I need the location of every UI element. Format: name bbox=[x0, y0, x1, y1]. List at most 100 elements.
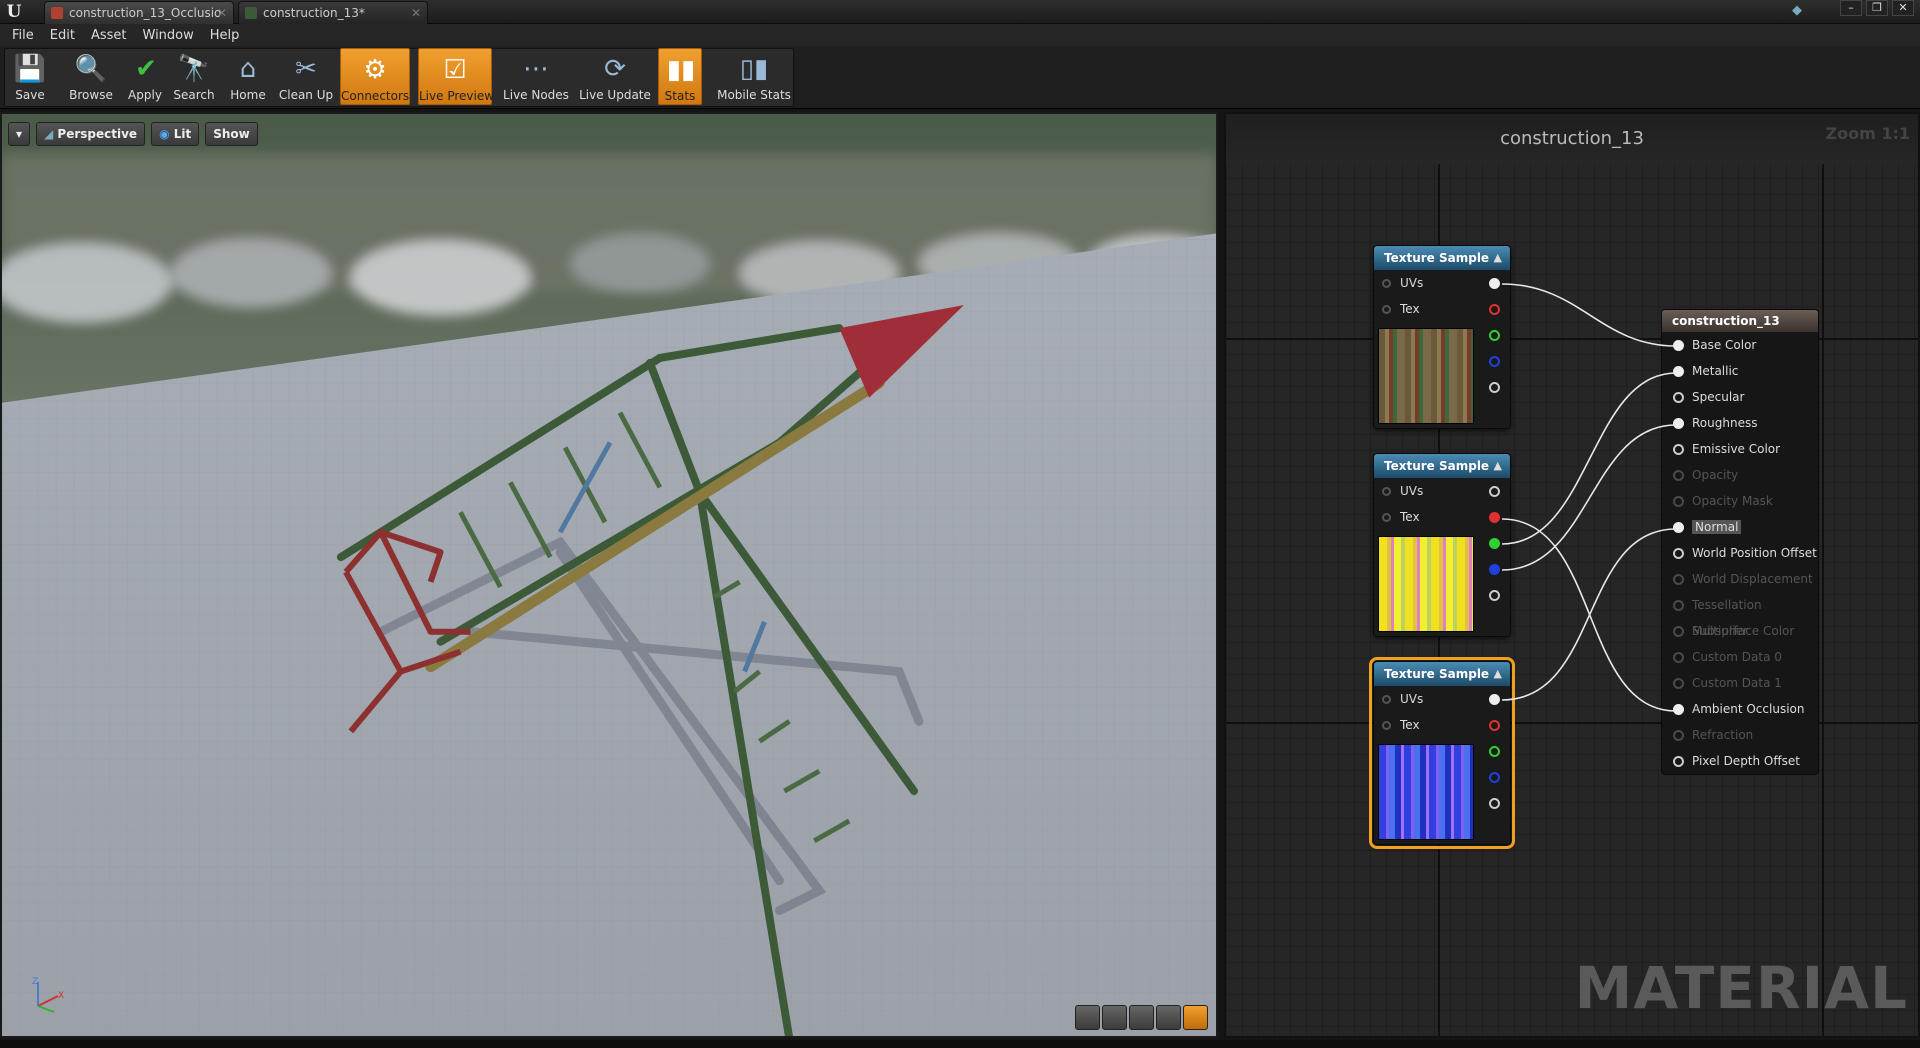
pin-label: Roughness bbox=[1692, 416, 1758, 430]
pin-dot-icon bbox=[1673, 730, 1684, 741]
preview-cylinder-button[interactable] bbox=[1075, 1005, 1100, 1030]
preview-cube-button[interactable] bbox=[1156, 1005, 1181, 1030]
pin-dot-icon bbox=[1673, 704, 1684, 715]
pin-label: UVs bbox=[1400, 484, 1424, 498]
help-icon[interactable]: ◆ bbox=[1792, 3, 1810, 19]
viewport-options-dropdown[interactable]: ▾ bbox=[8, 122, 30, 146]
input-pin-ambient-occlusion[interactable]: Ambient Occlusion bbox=[1662, 696, 1818, 722]
b-output-pin[interactable] bbox=[1489, 564, 1500, 575]
tex-input-pin[interactable] bbox=[1382, 721, 1391, 730]
toolbar-live-update-button[interactable]: ⟳ Live Update bbox=[576, 48, 654, 105]
toolbar-mobile-stats-button[interactable]: ▯▮ Mobile Stats bbox=[716, 48, 792, 105]
toolbar-button-label: Home bbox=[230, 88, 266, 102]
preview-sphere-button[interactable] bbox=[1102, 1005, 1127, 1030]
pin-label: Opacity Mask bbox=[1692, 494, 1773, 508]
rgb-output-pin[interactable] bbox=[1489, 278, 1500, 289]
tab-material[interactable]: construction_13* ✕ bbox=[238, 1, 428, 24]
pin-label: Custom Data 0 bbox=[1692, 650, 1782, 664]
b-output-pin[interactable] bbox=[1489, 356, 1500, 367]
live-nodes-icon: ⋯ bbox=[523, 54, 549, 84]
a-output-pin[interactable] bbox=[1489, 798, 1500, 809]
input-pin-world-displacement: World Displacement bbox=[1662, 566, 1818, 592]
node-title: Texture Sample bbox=[1384, 251, 1490, 265]
menu-help[interactable]: Help bbox=[202, 28, 248, 43]
perspective-button[interactable]: ◢ Perspective bbox=[36, 122, 146, 146]
home-icon: ⌂ bbox=[239, 54, 257, 84]
input-pin-specular[interactable]: Specular bbox=[1662, 384, 1818, 410]
input-pin-custom-data-0: Custom Data 0 bbox=[1662, 644, 1818, 670]
tab-occlusion-texture[interactable]: construction_13_Occlusio ✕ bbox=[44, 1, 234, 24]
rgb-output-pin[interactable] bbox=[1489, 486, 1500, 497]
input-pin-opacity: Opacity bbox=[1662, 462, 1818, 488]
toolbar-save-button[interactable]: 💾 Save bbox=[4, 48, 56, 105]
toolbar-button-label: Save bbox=[15, 88, 45, 102]
toolbar-apply-button[interactable]: ✔ Apply bbox=[124, 48, 166, 105]
material-watermark: MATERIAL bbox=[1574, 954, 1908, 1022]
toolbar-live-preview-button[interactable]: ☑ Live Preview bbox=[418, 48, 494, 105]
g-output-pin[interactable] bbox=[1489, 746, 1500, 757]
material-result-node[interactable]: construction_13 Base Color Metallic Specul… bbox=[1661, 309, 1819, 775]
input-pin-pixel-depth-offset[interactable]: Pixel Depth Offset bbox=[1662, 748, 1818, 774]
texture-sample-node[interactable]: Texture Sample ▲ UVs Tex bbox=[1373, 245, 1511, 429]
preview-viewport[interactable]: ▾ ◢ Perspective ◉ Lit Show Z X bbox=[0, 112, 1218, 1038]
collapse-icon[interactable]: ▲ bbox=[1494, 454, 1502, 478]
lit-label: Lit bbox=[173, 127, 192, 141]
toolbar-home-button[interactable]: ⌂ Home bbox=[224, 48, 272, 105]
show-button[interactable]: Show bbox=[205, 122, 258, 146]
pin-dot-icon bbox=[1673, 678, 1684, 689]
unreal-logo-icon: U bbox=[6, 2, 22, 22]
menu-window[interactable]: Window bbox=[135, 28, 202, 43]
pin-label: Subsurface Color bbox=[1692, 624, 1795, 638]
close-icon[interactable]: ✕ bbox=[411, 2, 421, 24]
texture-sample-node[interactable]: Texture Sample ▲ UVs Tex bbox=[1369, 657, 1515, 849]
toolbar-button-label: Browse bbox=[69, 88, 113, 102]
r-output-pin[interactable] bbox=[1489, 304, 1500, 315]
toolbar-search-button[interactable]: 🔭 Search bbox=[168, 48, 220, 105]
lit-button[interactable]: ◉ Lit bbox=[151, 122, 200, 146]
collapse-icon[interactable]: ▲ bbox=[1494, 662, 1502, 686]
result-node-title: construction_13 bbox=[1662, 310, 1818, 332]
minimize-button[interactable]: – bbox=[1840, 0, 1862, 16]
close-window-button[interactable]: ✕ bbox=[1892, 0, 1914, 16]
input-pin-emissive-color[interactable]: Emissive Color bbox=[1662, 436, 1818, 462]
uvs-input-pin[interactable] bbox=[1382, 279, 1391, 288]
a-output-pin[interactable] bbox=[1489, 382, 1500, 393]
close-icon[interactable]: ✕ bbox=[217, 2, 227, 24]
input-pin-base-color[interactable]: Base Color bbox=[1662, 332, 1818, 358]
rgb-output-pin[interactable] bbox=[1489, 694, 1500, 705]
toolbar-live-nodes-button[interactable]: ⋯ Live Nodes bbox=[500, 48, 572, 105]
collapse-icon[interactable]: ▲ bbox=[1494, 246, 1502, 270]
a-output-pin[interactable] bbox=[1489, 590, 1500, 601]
menu-asset[interactable]: Asset bbox=[83, 28, 135, 43]
pin-label: Base Color bbox=[1692, 338, 1757, 352]
toolbar-connectors-button[interactable]: ⚙ Connectors bbox=[340, 48, 410, 105]
mobile-stats-icon: ▯▮ bbox=[739, 54, 769, 84]
zoom-level: Zoom 1:1 bbox=[1825, 124, 1911, 143]
toolbar-browse-button[interactable]: 🔍 Browse bbox=[62, 48, 120, 105]
uvs-input-pin[interactable] bbox=[1382, 695, 1391, 704]
r-output-pin[interactable] bbox=[1489, 720, 1500, 731]
b-output-pin[interactable] bbox=[1489, 772, 1500, 783]
menu-edit[interactable]: Edit bbox=[42, 28, 83, 43]
preview-plane-button[interactable] bbox=[1129, 1005, 1154, 1030]
uvs-input-pin[interactable] bbox=[1382, 487, 1391, 496]
input-pin-world-position-offset[interactable]: World Position Offset bbox=[1662, 540, 1818, 566]
input-pin-normal[interactable]: Normal bbox=[1662, 514, 1818, 540]
tex-input-pin[interactable] bbox=[1382, 305, 1391, 314]
input-pin-roughness[interactable]: Roughness bbox=[1662, 410, 1818, 436]
r-output-pin[interactable] bbox=[1489, 512, 1500, 523]
toolbar-stats-button[interactable]: ▮▮ Stats bbox=[658, 48, 702, 105]
pin-label: Specular bbox=[1692, 390, 1745, 404]
g-output-pin[interactable] bbox=[1489, 330, 1500, 341]
menu-file[interactable]: File bbox=[4, 28, 42, 43]
g-output-pin[interactable] bbox=[1489, 538, 1500, 549]
texture-sample-node[interactable]: Texture Sample ▲ UVs Tex bbox=[1373, 453, 1511, 637]
preview-mesh-button[interactable] bbox=[1183, 1005, 1208, 1030]
show-label: Show bbox=[213, 127, 250, 141]
maximize-button[interactable]: ❐ bbox=[1866, 0, 1888, 16]
toolbar-clean-up-button[interactable]: ✂ Clean Up bbox=[276, 48, 336, 105]
input-pin-metallic[interactable]: Metallic bbox=[1662, 358, 1818, 384]
pin-dot-icon bbox=[1673, 392, 1684, 403]
search-icon: 🔭 bbox=[177, 54, 211, 84]
tex-input-pin[interactable] bbox=[1382, 513, 1391, 522]
